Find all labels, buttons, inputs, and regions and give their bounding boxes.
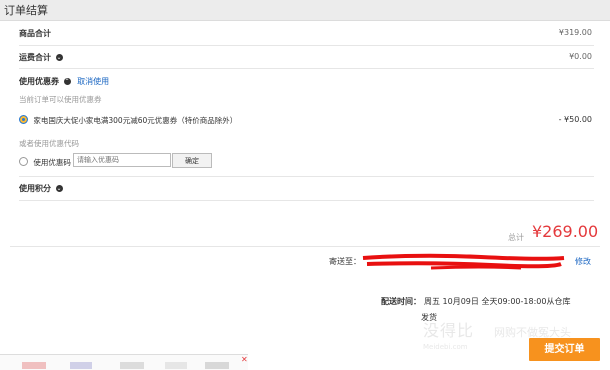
watermark-domain: Meidebi.com (423, 343, 468, 351)
ship-to-label: 寄送至： (329, 257, 361, 266)
product-thumb[interactable] (22, 362, 46, 369)
product-thumb[interactable] (120, 362, 144, 369)
header-bar: 订单结算 (0, 0, 610, 21)
shipping-total-label: 运费合计 (19, 53, 51, 62)
code-hint: 或者使用优惠代码 (19, 139, 79, 148)
confirm-button[interactable]: 确定 (172, 153, 212, 168)
coupon-code-radio[interactable] (19, 157, 28, 166)
goods-total-label: 商品合计 (19, 29, 51, 38)
edit-address-link[interactable]: 修改 (575, 256, 591, 267)
goods-total-value: ¥319.00 (558, 28, 592, 37)
cancel-coupon-link[interactable]: 取消使用 (77, 77, 109, 86)
product-thumb[interactable] (70, 362, 92, 369)
chevron-up-icon[interactable]: ⌃ (63, 78, 71, 85)
divider (10, 246, 600, 247)
product-thumb[interactable] (165, 362, 187, 369)
coupon-code-input[interactable] (73, 153, 171, 167)
chevron-down-icon[interactable]: ⌄ (55, 54, 63, 61)
coupon-item-label: 家电国庆大促小家电满300元减60元优惠券（特价商品除外） (33, 116, 238, 125)
watermark-logo: 没得比 (423, 321, 475, 340)
close-icon[interactable]: ✕ (241, 355, 248, 364)
chevron-down-icon[interactable]: ⌄ (55, 185, 63, 192)
page-title: 订单结算 (4, 4, 48, 17)
divider (19, 200, 594, 201)
coupon-radio-selected[interactable] (19, 115, 28, 124)
points-label: 使用积分 (19, 184, 51, 193)
submit-order-button[interactable]: 提交订单 (529, 338, 600, 361)
coupon-item-value: - ¥50.00 (558, 115, 592, 124)
coupon-section-header: 使用优惠券 ⌃ 取消使用 (19, 76, 594, 87)
divider (19, 68, 594, 69)
delivery-time-value: 周五 10月09日 全天09:00-18:00从仓库 (424, 297, 571, 306)
divider (19, 176, 594, 177)
redacted-address (362, 253, 565, 270)
shipping-total-row: 运费合计 ⌄ ¥0.00 (19, 52, 594, 63)
delivery-time-label: 配送时间： (381, 297, 421, 306)
coupon-hint: 当前订单可以使用优惠券 (19, 95, 102, 104)
total-label: 总计 (508, 233, 524, 242)
divider (19, 45, 594, 46)
coupon-section-label: 使用优惠券 (19, 77, 59, 86)
shipping-total-value: ¥0.00 (569, 52, 592, 61)
points-row: 使用积分 ⌄ (19, 183, 594, 194)
goods-total-row: 商品合计 ¥319.00 (19, 28, 594, 39)
product-thumb[interactable] (205, 362, 229, 369)
coupon-code-label: 使用优惠码 (33, 158, 71, 167)
coupon-item[interactable]: 家电国庆大促小家电满300元减60元优惠券（特价商品除外） - ¥50.00 (19, 115, 594, 126)
total-value: ¥269.00 (532, 222, 599, 241)
